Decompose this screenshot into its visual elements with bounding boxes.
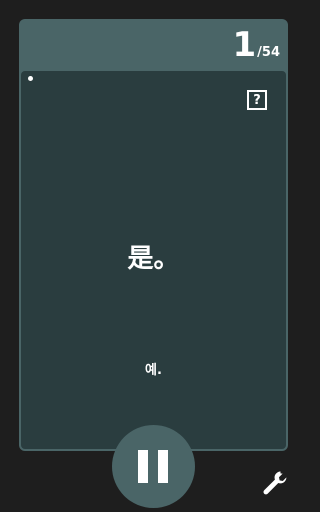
- card-answer: 예.: [145, 363, 162, 378]
- pause-button[interactable]: [112, 425, 195, 508]
- current-card-number: 1: [232, 25, 257, 65]
- total-card-count: /54: [257, 45, 280, 60]
- help-button[interactable]: ?: [247, 90, 267, 110]
- progress-dot-icon: [28, 76, 33, 81]
- pause-icon-bar: [158, 450, 168, 483]
- card-question: 是。: [127, 244, 180, 274]
- card-face[interactable]: ? 是。 예.: [21, 71, 286, 449]
- pause-icon: [138, 450, 148, 483]
- wrench-icon[interactable]: [260, 468, 290, 498]
- card-counter: 1 /54: [232, 27, 280, 63]
- flashcard-screen: 1 /54 ? 是。 예.: [0, 0, 307, 512]
- flashcard: 1 /54 ? 是。 예.: [19, 19, 288, 451]
